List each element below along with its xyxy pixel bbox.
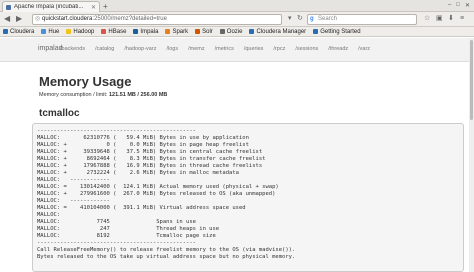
bookmark-label: Cloudera (10, 28, 35, 35)
browser-titlebar: Apache Impala (incubati... ✕ + – □ ✕ (0, 0, 474, 12)
tcmalloc-line: Call ReleaseFreeMemory() to release free… (37, 247, 296, 253)
hue-icon (41, 29, 47, 34)
browser-tab[interactable]: Apache Impala (incubati... ✕ (2, 1, 100, 12)
google-icon: g (310, 16, 314, 22)
bookmark-hadoop[interactable]: Hadoop (66, 29, 94, 35)
bookmark-solr[interactable]: Solr (195, 29, 213, 35)
tcmalloc-line: MALLOC: + 17967888 ( 16.9 MiB) Bytes in … (37, 163, 263, 169)
page-scrollbar[interactable] (469, 38, 474, 272)
minimize-icon[interactable]: – (448, 2, 451, 8)
bookmark-label: HBase (108, 28, 127, 35)
bookmark-hbase[interactable]: HBase (101, 29, 126, 35)
tab-title: Apache Impala (incubati... (14, 4, 84, 10)
bookmark-impala[interactable]: Impala (133, 29, 158, 35)
reload-icon[interactable]: ↻ (297, 14, 303, 24)
tcmalloc-line: MALLOC: ------------ (37, 198, 110, 204)
consumption-value: 121.51 MB / 256.00 MB (109, 92, 168, 98)
scrollbar-thumb[interactable] (470, 40, 473, 120)
bookmark-label: Spark (172, 28, 189, 35)
browser-navbar: ◀ ▶ ◎ quickstart.cloudera:25000/memz?det… (0, 12, 474, 27)
folder-icon (101, 29, 107, 34)
url-bar[interactable]: ◎ quickstart.cloudera:25000/memz?detaile… (32, 14, 282, 25)
nav-link-catalog[interactable]: /catalog (95, 46, 114, 52)
memory-consumption: Memory consumption / limit: 121.51 MB / … (39, 92, 167, 98)
bookmark-label: Oozie (226, 28, 243, 35)
section-title: tcmalloc (39, 108, 80, 119)
bookmark-label: Cloudera Manager (256, 28, 307, 35)
globe-icon: ◎ (35, 16, 41, 22)
search-placeholder: Search (318, 16, 338, 22)
tcmalloc-line: Bytes released to the OS take up virtual… (37, 254, 296, 260)
bookmark-label: Getting Started (320, 28, 361, 35)
star-icon[interactable]: ☆ (424, 14, 430, 24)
search-input[interactable]: g Search (307, 14, 417, 25)
tcmalloc-line: MALLOC: 247 Thread heaps in use (37, 226, 220, 232)
tcmalloc-line: MALLOC: 62310776 ( 59.4 MiB) Bytes in us… (37, 135, 249, 141)
tcmalloc-line: ----------------------------------------… (37, 240, 196, 246)
url-path: :25000/memz?detailed=true (92, 16, 167, 22)
app-navbar: impalad /backends /catalog /hadoop-varz … (0, 38, 474, 62)
brand-link[interactable]: impalad (38, 45, 63, 52)
nav-link-backends[interactable]: /backends (60, 46, 85, 52)
bookmark-label: Hadoop (73, 28, 95, 35)
tcmalloc-line: MALLOC: 7745 Spans in use (37, 219, 196, 225)
url-host: quickstart.cloudera (42, 16, 93, 22)
forward-arrow-icon[interactable]: ▶ (16, 14, 22, 23)
back-arrow-icon[interactable]: ◀ (4, 14, 10, 23)
bookmark-label: Impala (140, 28, 159, 35)
nav-link-metrics[interactable]: /metrics (215, 46, 234, 52)
maximize-icon[interactable]: □ (456, 2, 460, 8)
tcmalloc-line: MALLOC: = 130142400 ( 124.1 MiB) Actual … (37, 184, 279, 190)
bookmark-spark[interactable]: Spark (165, 29, 188, 35)
tcmalloc-line: MALLOC: ------------ (37, 177, 110, 183)
bookmark-label: Hue (48, 28, 60, 35)
tcmalloc-line: MALLOC: + 0 ( 0.0 MiB) Bytes in page hea… (37, 142, 249, 148)
tcmalloc-line: MALLOC: 8192 Tcmalloc page size (37, 233, 216, 239)
tcmalloc-line: MALLOC: + 279961600 ( 267.0 MiB) Bytes r… (37, 191, 276, 197)
consumption-label: Memory consumption / limit: (39, 92, 109, 98)
bookmark-label: Solr (202, 28, 213, 35)
nav-link-queries[interactable]: /queries (244, 46, 264, 52)
nav-link-logs[interactable]: /logs (166, 46, 178, 52)
folder-icon (165, 29, 171, 34)
nav-link-varz[interactable]: /varz (358, 46, 370, 52)
nav-link-threadz[interactable]: /threadz (328, 46, 348, 52)
bookmark-cloudera[interactable]: Cloudera (3, 29, 34, 35)
folder-icon (133, 29, 139, 34)
nav-links: /backends /catalog /hadoop-varz /logs /m… (60, 46, 380, 52)
nav-link-sessions[interactable]: /sessions (295, 46, 318, 52)
bookmark-hue[interactable]: Hue (41, 29, 59, 35)
tcmalloc-line: MALLOC: + 8692464 ( 8.3 MiB) Bytes in tr… (37, 156, 266, 162)
cloudera-icon (313, 29, 319, 34)
menu-icon[interactable]: ≡ (460, 14, 464, 24)
impala-favicon-icon (6, 4, 11, 10)
cloudera-icon (249, 29, 255, 34)
tcmalloc-line: ----------------------------------------… (37, 128, 196, 134)
new-tab-button[interactable]: + (103, 2, 108, 11)
tcmalloc-line: MALLOC: + 39339648 ( 37.5 MiB) Bytes in … (37, 149, 263, 155)
solr-icon (195, 29, 201, 34)
dropdown-icon[interactable]: ▾ (288, 14, 292, 24)
download-icon[interactable]: ⬇ (448, 14, 454, 24)
clipboard-icon[interactable]: ▣ (436, 14, 443, 24)
folder-icon (66, 29, 72, 34)
close-icon[interactable]: ✕ (91, 4, 96, 11)
bookmark-getting-started[interactable]: Getting Started (313, 28, 361, 35)
tcmalloc-line: MALLOC: = 410104000 ( 391.1 MiB) Virtual… (37, 205, 246, 211)
oozie-icon (219, 29, 225, 34)
tcmalloc-output: ----------------------------------------… (32, 123, 464, 272)
bookmark-oozie[interactable]: Oozie (219, 28, 243, 35)
page-title: Memory Usage (39, 74, 132, 89)
nav-link-rpcz[interactable]: /rpcz (273, 46, 285, 52)
tcmalloc-line: MALLOC: + 2732224 ( 2.6 MiB) Bytes in ma… (37, 170, 239, 176)
cloudera-icon (3, 29, 8, 34)
tcmalloc-line: MALLOC: (37, 212, 61, 218)
nav-link-memz[interactable]: /memz (188, 46, 205, 52)
bookmark-cloudera-manager[interactable]: Cloudera Manager (249, 29, 306, 35)
nav-link-hadoop-varz[interactable]: /hadoop-varz (124, 46, 156, 52)
bookmarks-bar: Cloudera Hue Hadoop HBase Impala Spark S… (0, 27, 474, 37)
close-window-icon[interactable]: ✕ (465, 2, 470, 9)
